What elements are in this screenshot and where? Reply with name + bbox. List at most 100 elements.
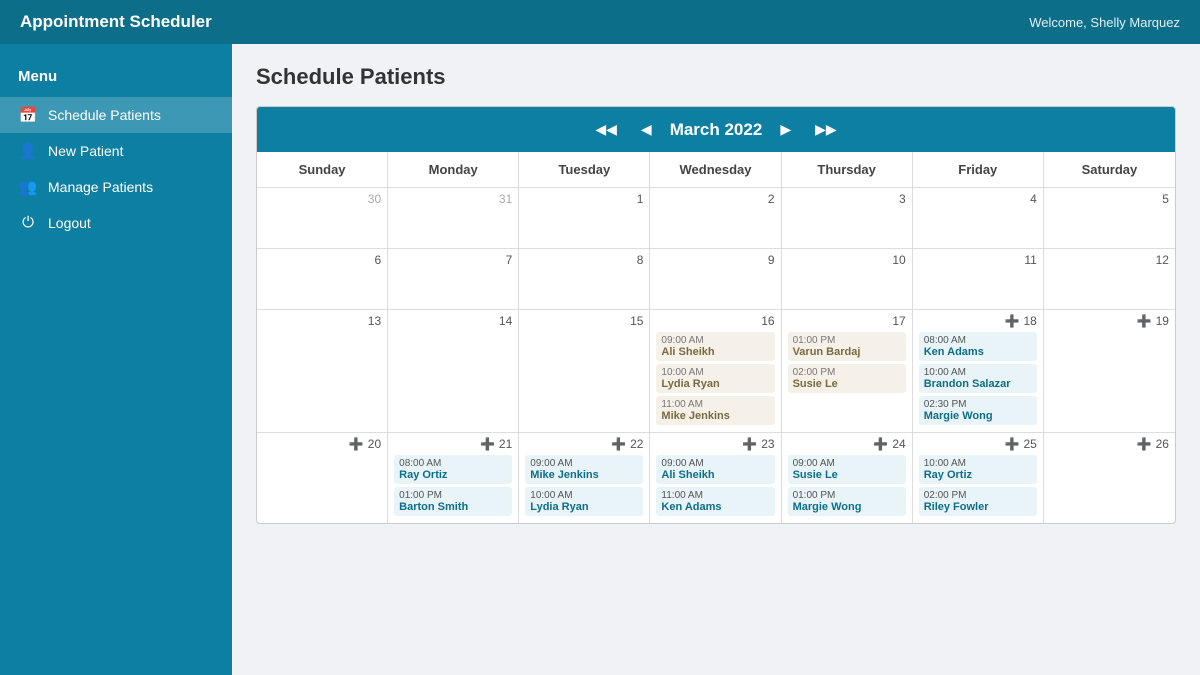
appointment-time: 10:00 AM [924, 367, 1032, 378]
appointment-time: 01:00 PM [793, 335, 901, 346]
appointment-card[interactable]: 02:30 PMMargie Wong [919, 396, 1037, 425]
users-icon: 👥 [18, 178, 38, 196]
appointment-card[interactable]: 10:00 AMLydia Ryan [656, 364, 774, 393]
cal-cell-0-5[interactable]: 4 [913, 188, 1044, 248]
day-number: 21 [499, 437, 512, 451]
cal-cell-3-0[interactable]: ➕20 [257, 433, 388, 523]
calendar-row-2: 1314151609:00 AMAli Sheikh10:00 AMLydia … [257, 310, 1175, 433]
day-number: 22 [630, 437, 643, 451]
appointment-card[interactable]: 09:00 AMSusie Le [788, 455, 906, 484]
day-number: 17 [892, 314, 905, 328]
appointment-card[interactable]: 01:00 PMVarun Bardaj [788, 332, 906, 361]
appointment-card[interactable]: 10:00 AMLydia Ryan [525, 487, 643, 516]
add-appointment-icon[interactable]: ➕ [1005, 314, 1020, 328]
appointment-card[interactable]: 11:00 AMKen Adams [656, 487, 774, 516]
appointment-card[interactable]: 01:00 PMMargie Wong [788, 487, 906, 516]
day-number: 2 [768, 192, 775, 206]
appointment-card[interactable]: 02:00 PMSusie Le [788, 364, 906, 393]
calendar-header: ◀◀ ◀ March 2022 ▶ ▶▶ [257, 107, 1175, 152]
appointment-time: 11:00 AM [661, 490, 769, 501]
cal-cell-1-1[interactable]: 7 [388, 249, 519, 309]
add-appointment-icon[interactable]: ➕ [1137, 437, 1152, 451]
appointment-time: 10:00 AM [661, 367, 769, 378]
appointment-card[interactable]: 08:00 AMKen Adams [919, 332, 1037, 361]
app-title: Appointment Scheduler [20, 12, 212, 32]
cal-cell-3-5[interactable]: ➕25 10:00 AMRay Ortiz 02:00 PMRiley Fowler [913, 433, 1044, 523]
cal-cell-1-6[interactable]: 12 [1044, 249, 1175, 309]
sidebar-item-manage-patients[interactable]: 👥 Manage Patients [0, 169, 232, 205]
add-appointment-icon[interactable]: ➕ [1005, 437, 1020, 451]
appointment-name: Susie Le [793, 378, 901, 390]
cal-cell-2-1[interactable]: 14 [388, 310, 519, 432]
add-appointment-icon[interactable]: ➕ [1137, 314, 1152, 328]
cal-cell-2-3[interactable]: 1609:00 AMAli Sheikh10:00 AMLydia Ryan11… [650, 310, 781, 432]
calendar-grid: 30311234567891011121314151609:00 AMAli S… [257, 188, 1175, 523]
add-appointment-icon[interactable]: ➕ [611, 437, 626, 451]
appointment-time: 02:00 PM [793, 367, 901, 378]
sidebar-label-logout: Logout [48, 215, 91, 231]
cal-cell-0-0[interactable]: 30 [257, 188, 388, 248]
cal-cell-2-2[interactable]: 15 [519, 310, 650, 432]
sidebar-item-logout[interactable]: ⏻ Logout [0, 205, 232, 240]
cal-cell-1-0[interactable]: 6 [257, 249, 388, 309]
sidebar-label-new-patient: New Patient [48, 143, 123, 159]
day-number: 25 [1023, 437, 1036, 451]
calendar-month-label: March 2022 [670, 120, 763, 140]
cal-cell-2-4[interactable]: 17 01:00 PMVarun Bardaj 02:00 PMSusie Le [782, 310, 913, 432]
appointment-name: Margie Wong [793, 501, 901, 513]
appointment-card[interactable]: 11:00 AMMike Jenkins [656, 396, 774, 425]
sidebar-item-new-patient[interactable]: 👤 New Patient [0, 133, 232, 169]
day-number: 8 [637, 253, 644, 267]
cal-cell-3-6[interactable]: ➕26 [1044, 433, 1175, 523]
appointment-card[interactable]: 02:00 PMRiley Fowler [919, 487, 1037, 516]
cal-cell-0-4[interactable]: 3 [782, 188, 913, 248]
cal-cell-0-1[interactable]: 31 [388, 188, 519, 248]
cal-cell-0-2[interactable]: 1 [519, 188, 650, 248]
day-number: 23 [761, 437, 774, 451]
cal-cell-2-0[interactable]: 13 [257, 310, 388, 432]
appointment-time: 10:00 AM [924, 458, 1032, 469]
add-appointment-icon[interactable]: ➕ [873, 437, 888, 451]
cal-cell-1-4[interactable]: 10 [782, 249, 913, 309]
next-button[interactable]: ▶ [774, 119, 797, 140]
content-area: Schedule Patients ◀◀ ◀ March 2022 ▶ ▶▶ S… [232, 44, 1200, 675]
cal-cell-1-3[interactable]: 9 [650, 249, 781, 309]
appointment-card[interactable]: 08:00 AMRay Ortiz [394, 455, 512, 484]
appointment-card[interactable]: 09:00 AMMike Jenkins [525, 455, 643, 484]
day-number: 11 [1024, 253, 1036, 267]
appointment-name: Mike Jenkins [530, 469, 638, 481]
cal-cell-3-1[interactable]: ➕ 21 08:00 AMRay Ortiz 01:00 PMBarton Smith [388, 433, 519, 523]
appointment-card[interactable]: 01:00 PMBarton Smith [394, 487, 512, 516]
cal-cell-2-6[interactable]: ➕19 [1044, 310, 1175, 432]
cal-cell-3-3[interactable]: ➕ 23 09:00 AMAli Sheikh 11:00 AMKen Adams [650, 433, 781, 523]
day-header-saturday: Saturday [1044, 152, 1175, 187]
day-number: 13 [368, 314, 381, 328]
prev-button[interactable]: ◀ [635, 119, 658, 140]
next-next-button[interactable]: ▶▶ [809, 119, 843, 140]
appointment-time: 01:00 PM [793, 490, 901, 501]
cal-cell-1-2[interactable]: 8 [519, 249, 650, 309]
cal-cell-2-5[interactable]: ➕18 08:00 AMKen Adams 10:00 AMBrandon Sala… [913, 310, 1044, 432]
day-number: 15 [630, 314, 643, 328]
cal-cell-0-6[interactable]: 5 [1044, 188, 1175, 248]
appointment-card[interactable]: 10:00 AMRay Ortiz [919, 455, 1037, 484]
cal-cell-1-5[interactable]: 11 [913, 249, 1044, 309]
sidebar-item-schedule-patients[interactable]: 📅 Schedule Patients [0, 97, 232, 133]
day-number: 18 [1023, 314, 1036, 328]
calendar-row-0: 3031 1 2345 [257, 188, 1175, 249]
day-number: 1 [637, 192, 644, 206]
add-appointment-icon[interactable]: ➕ [742, 437, 757, 451]
add-appointment-icon[interactable]: ➕ [480, 437, 495, 451]
appointment-card[interactable]: 10:00 AMBrandon Salazar [919, 364, 1037, 393]
cal-cell-3-2[interactable]: ➕ 22 09:00 AMMike Jenkins 10:00 AMLydia Rya… [519, 433, 650, 523]
appointment-name: Margie Wong [924, 410, 1032, 422]
day-number: 6 [374, 253, 381, 267]
cal-cell-3-4[interactable]: ➕2409:00 AMSusie Le01:00 PMMargie Wong [782, 433, 913, 523]
cal-cell-0-3[interactable]: 2 [650, 188, 781, 248]
welcome-message: Welcome, Shelly Marquez [1029, 15, 1180, 30]
appointment-card[interactable]: 09:00 AMAli Sheikh [656, 455, 774, 484]
day-header-wednesday: Wednesday [650, 152, 781, 187]
prev-prev-button[interactable]: ◀◀ [589, 119, 623, 140]
appointment-card[interactable]: 09:00 AMAli Sheikh [656, 332, 774, 361]
add-appointment-icon[interactable]: ➕ [349, 437, 364, 451]
